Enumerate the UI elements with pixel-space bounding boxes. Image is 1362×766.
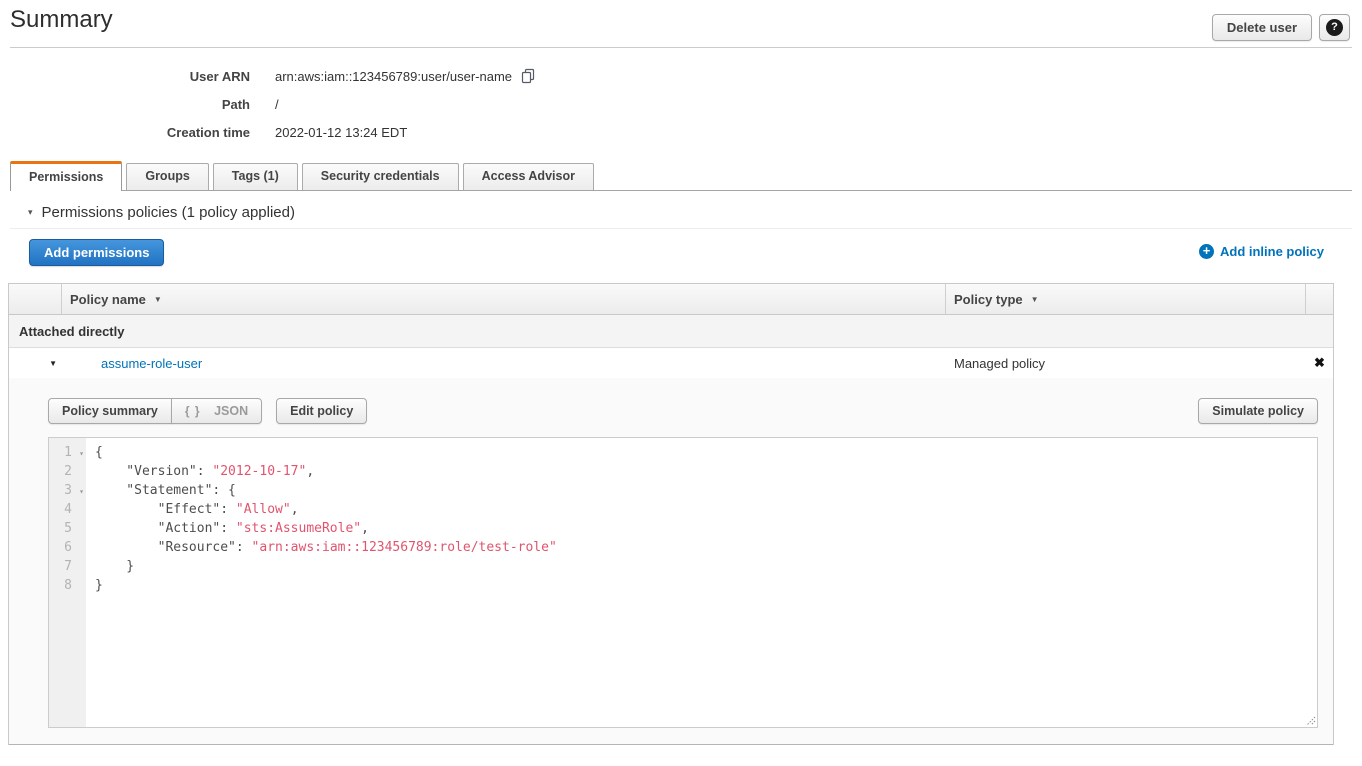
attached-directly-group-row: Attached directly bbox=[9, 315, 1333, 348]
tab-groups[interactable]: Groups bbox=[126, 163, 208, 190]
gutter-line-number: 2 bbox=[49, 462, 86, 481]
editor-resize-handle[interactable] bbox=[1303, 713, 1316, 726]
user-arn-label: User ARN bbox=[0, 69, 250, 84]
gutter-line-number: 8 bbox=[49, 576, 86, 595]
actions-column-header bbox=[1306, 284, 1333, 314]
tab-bar: Permissions Groups Tags (1) Security cre… bbox=[10, 160, 1352, 191]
policy-table: Policy name ▼ Policy type ▼ Attached dir… bbox=[8, 283, 1334, 745]
gutter-line-number: 4 bbox=[49, 500, 86, 519]
header-divider bbox=[10, 47, 1352, 48]
user-arn-value: arn:aws:iam::123456789:user/user-name bbox=[275, 69, 512, 84]
expand-column-header bbox=[9, 284, 62, 314]
code-fold-icon[interactable]: ▾ bbox=[79, 482, 84, 501]
json-view-button[interactable]: { } JSON bbox=[171, 398, 262, 424]
user-arn-value-wrap: arn:aws:iam::123456789:user/user-name bbox=[275, 66, 536, 87]
gutter-line-number: 6 bbox=[49, 538, 86, 557]
delete-user-button[interactable]: Delete user bbox=[1212, 14, 1312, 41]
policy-type-header-label: Policy type bbox=[954, 292, 1023, 307]
row-expand-toggle[interactable]: ▼ bbox=[9, 359, 62, 368]
tab-permissions[interactable]: Permissions bbox=[10, 161, 122, 191]
code-line: "Effect": "Allow", bbox=[95, 500, 1317, 519]
policy-type-column-header[interactable]: Policy type ▼ bbox=[946, 284, 1306, 314]
copy-icon[interactable] bbox=[521, 68, 536, 87]
page-title: Summary bbox=[10, 6, 113, 34]
user-arn-row: User ARN arn:aws:iam::123456789:user/use… bbox=[0, 62, 536, 90]
add-inline-policy-link[interactable]: + Add inline policy bbox=[1199, 244, 1324, 259]
sort-caret-icon: ▼ bbox=[1031, 295, 1039, 304]
help-button[interactable]: ? bbox=[1319, 14, 1350, 41]
iam-user-summary-page: Summary Delete user ? User ARN arn:aws:i… bbox=[0, 0, 1362, 766]
edit-policy-button[interactable]: Edit policy bbox=[276, 398, 367, 424]
tab-access-advisor[interactable]: Access Advisor bbox=[463, 163, 594, 190]
tab-security-credentials[interactable]: Security credentials bbox=[302, 163, 459, 190]
code-line: { bbox=[95, 443, 1317, 462]
policy-name-link[interactable]: assume-role-user bbox=[101, 356, 202, 371]
code-line: "Resource": "arn:aws:iam::123456789:role… bbox=[95, 538, 1317, 557]
policy-json-editor[interactable]: 1▾23▾45678 { "Version": "2012-10-17", "S… bbox=[48, 437, 1318, 728]
gutter-line-number: 5 bbox=[49, 519, 86, 538]
plus-circle-icon: + bbox=[1199, 244, 1214, 259]
row-expand-caret-icon: ▼ bbox=[49, 359, 57, 368]
simulate-policy-button[interactable]: Simulate policy bbox=[1198, 398, 1318, 424]
remove-policy-icon[interactable]: ✖ bbox=[1306, 355, 1333, 371]
json-brace-icon: { } bbox=[185, 404, 201, 418]
json-button-label: JSON bbox=[214, 404, 248, 418]
permissions-policies-toggle[interactable]: ▾ Permissions policies (1 policy applied… bbox=[28, 204, 295, 221]
permissions-policies-heading: Permissions policies (1 policy applied) bbox=[42, 204, 295, 221]
header-actions: Delete user ? bbox=[1212, 14, 1350, 41]
gutter-line-number: 7 bbox=[49, 557, 86, 576]
add-permissions-button[interactable]: Add permissions bbox=[29, 239, 164, 266]
policy-detail-toolbar: Policy summary { } JSON Edit policy Simu… bbox=[48, 398, 1318, 424]
section-divider bbox=[10, 228, 1352, 229]
policy-name-cell: assume-role-user bbox=[62, 356, 946, 371]
policy-name-column-header[interactable]: Policy name ▼ bbox=[62, 284, 946, 314]
editor-gutter: 1▾23▾45678 bbox=[49, 438, 86, 727]
user-info: User ARN arn:aws:iam::123456789:user/use… bbox=[0, 62, 536, 146]
creation-time-label: Creation time bbox=[0, 125, 250, 140]
code-fold-icon[interactable]: ▾ bbox=[79, 444, 84, 463]
policy-name-header-label: Policy name bbox=[70, 292, 146, 307]
policy-table-row: ▼ assume-role-user Managed policy ✖ bbox=[9, 348, 1333, 378]
code-line: "Version": "2012-10-17", bbox=[95, 462, 1317, 481]
code-line: } bbox=[95, 576, 1317, 595]
creation-time-value: 2022-01-12 13:24 EDT bbox=[275, 125, 407, 140]
path-label: Path bbox=[0, 97, 250, 112]
add-inline-policy-label: Add inline policy bbox=[1220, 244, 1324, 259]
policy-table-header: Policy name ▼ Policy type ▼ bbox=[9, 283, 1333, 315]
code-line: } bbox=[95, 557, 1317, 576]
policy-type-cell: Managed policy bbox=[946, 356, 1306, 371]
creation-time-row: Creation time 2022-01-12 13:24 EDT bbox=[0, 118, 536, 146]
policy-view-buttons: Policy summary { } JSON Edit policy bbox=[48, 398, 367, 424]
sort-caret-icon: ▼ bbox=[154, 295, 162, 304]
policy-detail-panel: Policy summary { } JSON Edit policy Simu… bbox=[9, 378, 1333, 745]
path-row: Path / bbox=[0, 90, 536, 118]
policy-summary-button[interactable]: Policy summary bbox=[48, 398, 172, 424]
collapse-caret-icon: ▾ bbox=[28, 207, 33, 218]
tab-tags[interactable]: Tags (1) bbox=[213, 163, 298, 190]
editor-code: { "Version": "2012-10-17", "Statement": … bbox=[86, 438, 1317, 727]
path-value: / bbox=[275, 97, 279, 112]
code-line: "Action": "sts:AssumeRole", bbox=[95, 519, 1317, 538]
help-icon: ? bbox=[1326, 19, 1343, 36]
gutter-line-number: 1▾ bbox=[49, 443, 86, 462]
code-line: "Statement": { bbox=[95, 481, 1317, 500]
gutter-line-number: 3▾ bbox=[49, 481, 86, 500]
